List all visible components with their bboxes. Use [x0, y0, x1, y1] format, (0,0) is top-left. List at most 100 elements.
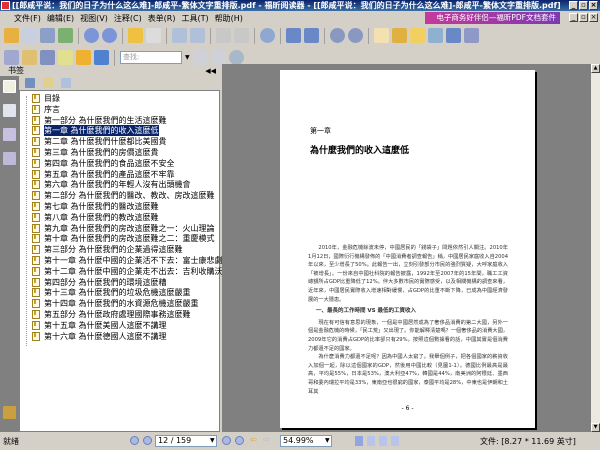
textbox-icon[interactable]	[58, 50, 73, 65]
maximize-button[interactable]: ▫	[579, 1, 588, 10]
print-icon[interactable]	[40, 28, 55, 43]
bookmark-item[interactable]: 第二部分 為什麼我們的醫改、教改、房改這麼難	[32, 190, 215, 201]
menu-edit[interactable]: 编辑(E)	[47, 13, 74, 24]
save-icon[interactable]	[22, 28, 37, 43]
note-tool-icon[interactable]	[4, 50, 19, 65]
prev-page-icon[interactable]	[84, 28, 99, 43]
menu-comment[interactable]: 注释(C)	[114, 13, 142, 24]
bookmark-icon	[32, 191, 40, 201]
zoom-out-icon[interactable]	[330, 28, 345, 43]
continuous-facing-icon[interactable]	[391, 436, 399, 446]
forward-icon[interactable]	[146, 28, 161, 43]
find-input[interactable]: 查找:	[120, 51, 182, 64]
facing-icon[interactable]	[379, 436, 387, 446]
next-page-icon[interactable]	[102, 28, 117, 43]
zoom-dropdown-icon[interactable]: ▼	[325, 437, 330, 444]
bookmark-item[interactable]: 第四部分 為什麼我們的環境這麼糟	[32, 277, 167, 288]
zoom-in-icon[interactable]	[260, 28, 275, 43]
single-page-icon[interactable]	[355, 436, 363, 446]
page-input[interactable]: 12 / 159	[155, 435, 217, 447]
bookmark-item[interactable]: 第一章 為什麼我們的收入這麼低	[32, 125, 159, 137]
snapshot-icon[interactable]	[392, 28, 407, 43]
doc-minimize-button[interactable]: _	[569, 13, 578, 22]
bookmark-item[interactable]: 第七章 為什麼我們的醫改這麼難	[32, 201, 159, 212]
prev-page-button[interactable]	[143, 436, 152, 445]
zoom-plus-icon[interactable]	[348, 28, 363, 43]
pages-tab-icon[interactable]	[3, 104, 16, 117]
bookmark-item[interactable]: 第四章 為什麼我們的食品這麼不安全	[32, 158, 175, 169]
minimize-button[interactable]: _	[569, 1, 578, 10]
comment-icon[interactable]	[76, 50, 91, 65]
delete-bookmark-icon[interactable]	[25, 78, 35, 88]
image-select-icon[interactable]	[464, 28, 479, 43]
bookmark-item[interactable]: 第十六章 為什麼德國人這麼不講理	[32, 331, 167, 342]
find-dropdown-icon[interactable]: ▼	[185, 54, 190, 61]
menu-form[interactable]: 表单(R)	[148, 13, 176, 24]
ad-banner[interactable]: 电子商务好伴侣—福昕PDF文档套件	[425, 12, 560, 24]
page-dropdown-icon[interactable]: ▼	[210, 437, 215, 444]
bookmark-label: 序言	[44, 104, 60, 114]
forward-view-icon[interactable]: ⇨	[263, 435, 270, 444]
last-page-button[interactable]	[235, 436, 244, 445]
back-icon[interactable]	[128, 28, 143, 43]
bookmark-item[interactable]: 第九章 為什麼我們的房改這麼難之一：火山理論	[32, 223, 215, 234]
bookmark-item[interactable]: 第二章 為什麼我們什麼都比美國貴	[32, 136, 167, 147]
bookmark-item[interactable]: 第五章 為什麼我們的產品這麼不牢靠	[32, 169, 175, 180]
bookmark-item[interactable]: 第五部分 為什麼政府處理國際事務這麼難	[32, 309, 191, 320]
menu-help[interactable]: 帮助(H)	[215, 13, 243, 24]
fit-width-icon[interactable]	[304, 28, 319, 43]
bookmark-item[interactable]: 序言	[32, 104, 60, 115]
layers-tab-icon[interactable]	[3, 152, 16, 165]
menu-file[interactable]: 文件(F)	[14, 13, 41, 24]
pencil-icon[interactable]	[22, 50, 37, 65]
bookmark-item[interactable]: 第十一章 為什麼中國的企業活不下去：富士康悲劇	[32, 255, 223, 266]
annotations-tab-icon[interactable]	[3, 128, 16, 141]
fit-page-icon[interactable]	[286, 28, 301, 43]
bookmark-item[interactable]: 第十五章 為什麼美國人這麼不講理	[32, 320, 167, 331]
bookmark-label: 第八章 為什麼我們的教改這麼難	[44, 212, 159, 222]
close-button[interactable]: ×	[589, 1, 598, 10]
doc-restore-button[interactable]: ▫	[579, 13, 588, 22]
bookmark-item[interactable]: 第八章 為什麼我們的教改這麼難	[32, 212, 159, 223]
undo-icon[interactable]	[216, 28, 231, 43]
add-child-bookmark-icon[interactable]	[61, 78, 71, 88]
bookmark-item[interactable]: 第十二章 為什麼中國的企業走不出去：吉利收購沃爾沃	[32, 266, 239, 277]
edit-icon[interactable]	[40, 50, 55, 65]
collapse-panel-icon[interactable]: ◀◀	[205, 66, 216, 76]
bookmark-item[interactable]: 第十三章 為什麼我們的垃圾危機這麼嚴重	[32, 287, 191, 298]
search-icon[interactable]	[228, 50, 244, 65]
read-mode-icon[interactable]	[428, 28, 443, 43]
find-prev-icon[interactable]	[192, 50, 208, 65]
doc-close-button[interactable]: ×	[589, 13, 598, 22]
bookmark-item[interactable]: 第三部分 為什麼我們的企業過得這麼難	[32, 244, 183, 255]
first-page-button[interactable]	[130, 436, 139, 445]
email-icon[interactable]	[58, 28, 73, 43]
back-view-icon[interactable]: ⇦	[250, 435, 257, 444]
menu-tools[interactable]: 工具(T)	[182, 13, 209, 24]
hand-tool-icon[interactable]	[374, 28, 389, 43]
bookmarks-tab-icon[interactable]	[3, 80, 16, 93]
next-page-button[interactable]	[222, 436, 231, 445]
bookmark-item[interactable]: 第十章 為什麼我們的房改這麼難之二：重慶模式	[32, 233, 215, 244]
scroll-up-button[interactable]: ▲	[591, 64, 600, 73]
vertical-scrollbar[interactable]: ▲ ▼	[591, 64, 600, 432]
text-select-icon[interactable]	[446, 28, 461, 43]
bookmark-item[interactable]: 目錄	[32, 93, 60, 104]
copy-icon[interactable]	[172, 28, 187, 43]
scroll-down-button[interactable]: ▼	[591, 423, 600, 432]
bookmark-item[interactable]: 第十四章 為什麼我們的水資源危機這麼嚴重	[32, 298, 199, 309]
bookmark-item[interactable]: 第一部分 為什麼我們的生活這麼難	[32, 115, 167, 126]
bookmark-item[interactable]: 第三章 為什麼我們的房價這麼貴	[32, 147, 159, 158]
paste-icon[interactable]	[190, 28, 205, 43]
find-next-icon[interactable]	[210, 50, 226, 65]
add-bookmark-icon[interactable]	[43, 78, 53, 88]
attachments-tab-icon[interactable]	[3, 406, 16, 419]
continuous-icon[interactable]	[367, 436, 375, 446]
arrow-icon[interactable]	[94, 50, 109, 65]
open-icon[interactable]	[4, 28, 19, 43]
menu-view[interactable]: 视图(V)	[80, 13, 108, 24]
select-icon[interactable]	[410, 28, 425, 43]
redo-icon[interactable]	[234, 28, 249, 43]
bookmark-item[interactable]: 第六章 為什麼我們的年輕人沒有出頭機會	[32, 179, 191, 190]
bookmark-label: 第五章 為什麼我們的產品這麼不牢靠	[44, 169, 175, 179]
